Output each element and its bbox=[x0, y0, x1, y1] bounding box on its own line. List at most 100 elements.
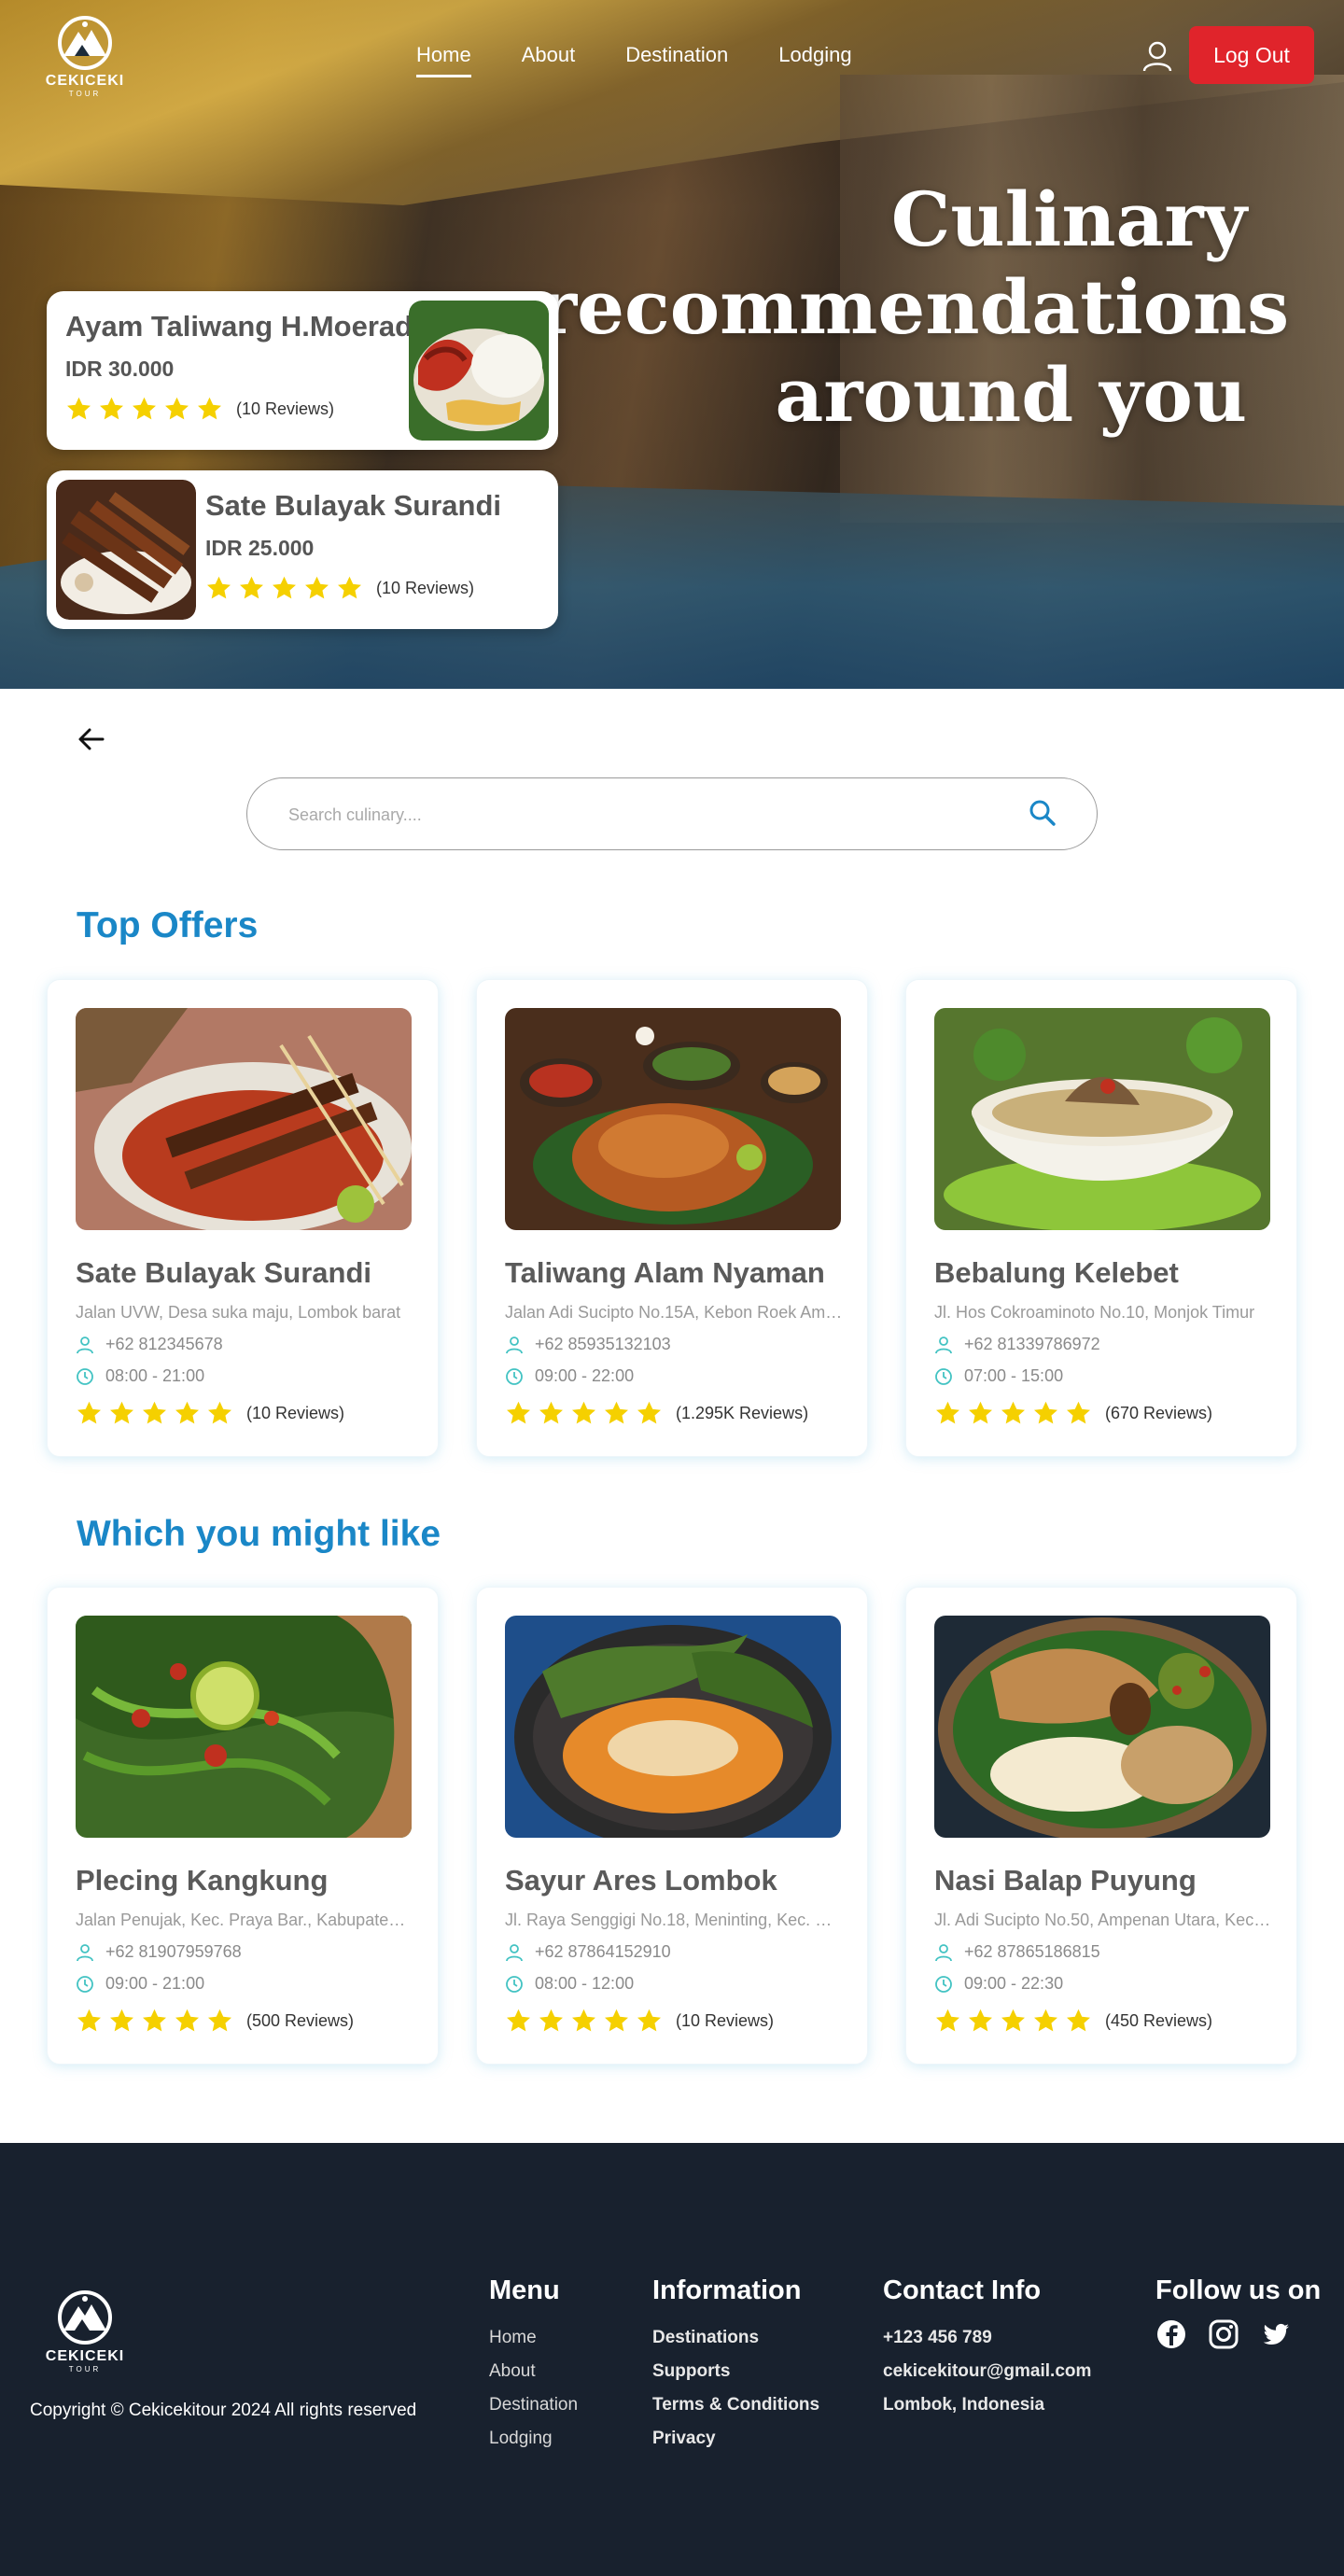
footer-contact-email[interactable]: cekicekitour@gmail.com bbox=[883, 2355, 1091, 2388]
recommendation-card[interactable]: Sate Bulayak Surandi IDR 25.000 (10 Revi… bbox=[47, 470, 558, 629]
card-address: Jalan UVW, Desa suka maju, Lombok barat bbox=[76, 1303, 401, 1322]
card-phone-text: +62 87865186815 bbox=[964, 1942, 1100, 1961]
culinary-card[interactable]: Plecing Kangkung Jalan Penujak, Kec. Pra… bbox=[47, 1587, 439, 2065]
recommendation-card[interactable]: Ayam Taliwang H.Moerad IDR 30.000 (10 Re… bbox=[47, 291, 558, 450]
nav-link-about[interactable]: About bbox=[522, 43, 576, 77]
recommendation-price: IDR 30.000 bbox=[65, 357, 175, 381]
star-icon bbox=[507, 2009, 530, 2032]
sate-bulayak-photo bbox=[56, 480, 196, 620]
logo-wordmark: CEKICEKI bbox=[45, 73, 125, 89]
bebalung-photo bbox=[934, 1008, 1270, 1230]
card-phone: +62 81907959768 bbox=[76, 1942, 242, 1962]
star-icon bbox=[77, 2009, 101, 2032]
card-hours: 08:00 - 12:00 bbox=[505, 1974, 634, 1994]
user-profile-icon[interactable] bbox=[1141, 39, 1174, 73]
card-phone: +62 87865186815 bbox=[934, 1942, 1100, 1962]
nav-link-lodging[interactable]: Lodging bbox=[778, 43, 851, 77]
sayur-ares-photo bbox=[505, 1616, 841, 1838]
footer-info-destinations[interactable]: Destinations bbox=[652, 2321, 819, 2355]
brand-logo[interactable]: CEKICEKI TOUR bbox=[45, 15, 125, 99]
hero-title-line-3: around you bbox=[775, 351, 1247, 439]
footer-information-title: Information bbox=[652, 2275, 802, 2305]
culinary-card[interactable]: Sayur Ares Lombok Jl. Raya Senggigi No.1… bbox=[476, 1587, 868, 2065]
star-icon bbox=[1001, 2009, 1025, 2032]
card-hours-text: 09:00 - 22:00 bbox=[535, 1366, 635, 1385]
card-hours-text: 09:00 - 22:30 bbox=[964, 1974, 1064, 1993]
star-icon bbox=[110, 2009, 133, 2032]
footer-logo[interactable]: CEKICEKI TOUR bbox=[43, 2289, 127, 2374]
facebook-icon[interactable] bbox=[1155, 2318, 1187, 2350]
back-arrow-icon[interactable] bbox=[75, 722, 108, 756]
star-icon bbox=[1034, 2009, 1057, 2032]
card-title: Nasi Balap Puyung bbox=[934, 1864, 1197, 1897]
card-hours: 09:00 - 21:00 bbox=[76, 1974, 204, 1994]
search-input[interactable] bbox=[288, 797, 998, 833]
footer-information-column: Information Destinations Supports Terms … bbox=[652, 2275, 819, 2456]
star-icon bbox=[67, 397, 91, 420]
taliwang-alam-photo bbox=[505, 1008, 841, 1230]
footer-logo-wordmark: CEKICEKI bbox=[45, 2348, 125, 2364]
footer-follow-column: Follow us on bbox=[1155, 2275, 1321, 2321]
card-hours-text: 08:00 - 21:00 bbox=[105, 1366, 205, 1385]
footer-menu-destination[interactable]: Destination bbox=[489, 2388, 578, 2422]
person-icon bbox=[506, 1336, 523, 1353]
clock-icon bbox=[77, 1367, 93, 1385]
card-phone-text: +62 85935132103 bbox=[535, 1335, 671, 1353]
mountain-logo-icon bbox=[58, 16, 112, 70]
footer-menu-lodging[interactable]: Lodging bbox=[489, 2422, 578, 2456]
star-icon bbox=[240, 576, 263, 599]
star-icon bbox=[100, 397, 123, 420]
hero-title-line-2: recommendations bbox=[538, 263, 1290, 351]
footer-menu-home[interactable]: Home bbox=[489, 2321, 578, 2355]
twitter-icon[interactable] bbox=[1260, 2318, 1292, 2350]
main-nav: Home About Destination Lodging bbox=[416, 43, 903, 77]
copyright-text: Copyright © Cekicekitour 2024 All rights… bbox=[30, 2401, 417, 2420]
card-address: Jalan Penujak, Kec. Praya Bar., Kabupate… bbox=[76, 1911, 413, 1929]
logout-button[interactable]: Log Out bbox=[1189, 26, 1314, 84]
card-phone: +62 81339786972 bbox=[934, 1335, 1100, 1354]
card-title: Taliwang Alam Nyaman bbox=[505, 1256, 825, 1289]
star-icon bbox=[198, 397, 221, 420]
footer-menu-column: Menu Home About Destination Lodging bbox=[489, 2275, 578, 2456]
star-icon bbox=[133, 397, 156, 420]
review-count: (500 Reviews) bbox=[246, 2010, 355, 2030]
culinary-card[interactable]: Nasi Balap Puyung Jl. Adi Sucipto No.50,… bbox=[905, 1587, 1297, 2065]
mountain-logo-icon bbox=[58, 2290, 112, 2345]
footer-contact-title: Contact Info bbox=[883, 2275, 1042, 2305]
card-phone: +62 85935132103 bbox=[505, 1335, 671, 1354]
instagram-icon[interactable] bbox=[1208, 2318, 1239, 2350]
clock-icon bbox=[506, 1367, 523, 1385]
star-icon bbox=[1067, 2009, 1090, 2032]
star-icon bbox=[539, 2009, 563, 2032]
culinary-card[interactable]: Sate Bulayak Surandi Jalan UVW, Desa suk… bbox=[47, 979, 439, 1457]
recommendation-name: Sate Bulayak Surandi bbox=[205, 489, 502, 522]
star-icon bbox=[1067, 1401, 1090, 1424]
card-hours: 09:00 - 22:30 bbox=[934, 1974, 1063, 1994]
star-icon bbox=[969, 1401, 992, 1424]
footer-follow-title: Follow us on bbox=[1155, 2275, 1322, 2305]
star-icon bbox=[1001, 1401, 1025, 1424]
nav-link-home[interactable]: Home bbox=[416, 43, 471, 77]
star-icon bbox=[572, 1401, 595, 1424]
review-count: (1.295K Reviews) bbox=[676, 1403, 809, 1422]
footer-info-privacy[interactable]: Privacy bbox=[652, 2422, 819, 2456]
sate-bulayak-photo bbox=[76, 1008, 412, 1230]
culinary-card[interactable]: Bebalung Kelebet Jl. Hos Cokroaminoto No… bbox=[905, 979, 1297, 1457]
footer-logo-subtitle: TOUR bbox=[68, 2365, 102, 2373]
footer-menu-about[interactable]: About bbox=[489, 2355, 578, 2388]
star-icon bbox=[305, 576, 329, 599]
nav-link-destination[interactable]: Destination bbox=[625, 43, 728, 77]
star-icon bbox=[77, 1401, 101, 1424]
star-icon bbox=[338, 576, 361, 599]
search-bar bbox=[246, 777, 1098, 850]
search-icon[interactable] bbox=[1027, 797, 1058, 829]
card-phone-text: +62 812345678 bbox=[105, 1335, 223, 1353]
culinary-card[interactable]: Taliwang Alam Nyaman Jalan Adi Sucipto N… bbox=[476, 979, 868, 1457]
star-icon bbox=[165, 397, 189, 420]
footer-info-supports[interactable]: Supports bbox=[652, 2355, 819, 2388]
star-icon bbox=[936, 1401, 959, 1424]
card-address: Jl. Raya Senggigi No.18, Meninting, Kec.… bbox=[505, 1911, 843, 1929]
review-count: (10 Reviews) bbox=[676, 2010, 775, 2030]
footer-info-terms[interactable]: Terms & Conditions bbox=[652, 2388, 819, 2422]
rating-stars: (10 Reviews) bbox=[505, 2008, 774, 2034]
